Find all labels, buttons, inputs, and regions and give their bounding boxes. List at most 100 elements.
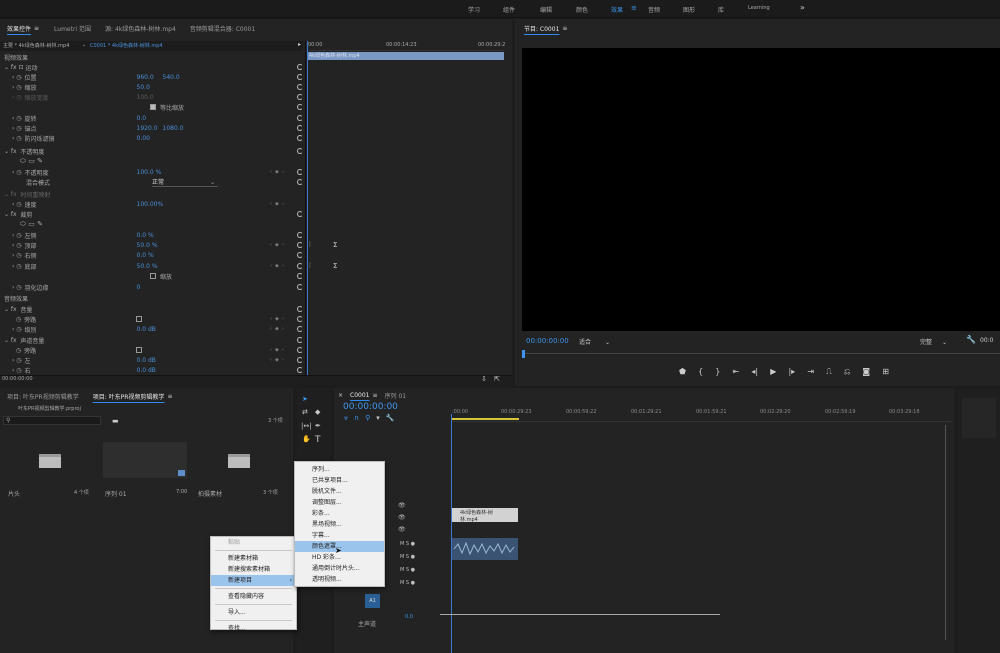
menu-item-paste[interactable]: 粘贴 (211, 537, 296, 548)
tab-project-1[interactable]: 项目: 叶东PR视频剪辑教学 (0, 392, 86, 401)
panel-menu-icon[interactable]: ≡ (562, 25, 567, 32)
program-video-frame[interactable] (522, 48, 1000, 331)
volume-header[interactable]: ⌄ fx 音量 (4, 304, 32, 314)
ec-clip-bar[interactable]: 4k绿色森林-树林.mp4 (307, 52, 504, 60)
reset-icon[interactable] (297, 211, 303, 217)
menu-item-countdown[interactable]: 通用倒计时片头... (295, 563, 384, 574)
reset-icon[interactable] (297, 84, 303, 90)
keyframe-nav[interactable]: ‹◆› (270, 357, 287, 363)
tab-lumetri[interactable]: Lumetri 范围 (47, 24, 98, 33)
reset-icon[interactable] (297, 94, 303, 100)
keyframe-nav[interactable]: ‹◆› (270, 201, 287, 207)
keyframe-nav[interactable]: ‹◆› (270, 326, 287, 332)
channel-volume-header[interactable]: ⌄ fx 声道音量 (4, 335, 44, 345)
reset-icon[interactable] (297, 273, 303, 279)
track-ms-buttons[interactable]: M S ● M S ● M S ● M S ● (400, 538, 415, 590)
menu-item-adjustment-layer[interactable]: 调整图层... (295, 497, 384, 508)
reset-icon[interactable] (297, 125, 303, 131)
tab-program[interactable]: 节目: C0001 (517, 24, 566, 33)
marker-icon[interactable]: ⬟ (679, 367, 686, 379)
work-area-bar[interactable] (451, 418, 519, 420)
marker-icon[interactable]: ▾ (376, 414, 386, 422)
lift-icon[interactable]: ⎍ (826, 367, 832, 379)
reset-icon[interactable] (297, 169, 303, 175)
timeline-timecode[interactable]: 00:00:00:00 (343, 402, 398, 412)
export-icon[interactable]: ⇱ (494, 375, 500, 383)
quality-select[interactable]: 完整 ⌄ (920, 337, 960, 346)
folder-icon[interactable]: ▬ (112, 417, 119, 425)
reset-icon[interactable] (297, 347, 303, 353)
pen-icon[interactable]: ✎ (37, 220, 43, 228)
more-workspaces-icon[interactable]: » (800, 3, 805, 12)
opacity-header[interactable]: ⌄ fx 不透明度 (4, 146, 44, 156)
tab-source[interactable]: 源: 4k绿色森林-树林.mp4 (98, 24, 183, 33)
bin-name[interactable]: 序列 01 (105, 489, 127, 498)
menu-item-new-search-bin[interactable]: 新建搜索素材箱 (211, 564, 296, 575)
workspace-libraries[interactable]: 库 (718, 5, 724, 14)
reset-icon[interactable] (297, 115, 303, 121)
checkbox-icon[interactable] (150, 104, 156, 110)
reset-icon[interactable] (297, 148, 303, 154)
reset-icon[interactable] (297, 179, 303, 185)
bin-name[interactable]: 拍摄素材 (198, 489, 222, 498)
motion-row[interactable]: ⌄ fx ⊡ 运动 (4, 62, 37, 72)
keyframe-sigma-icon[interactable]: Σ (333, 241, 337, 249)
menu-item-new-bin[interactable]: 新建素材箱 (211, 553, 296, 564)
reset-icon[interactable] (297, 337, 303, 343)
hand-tool-icon[interactable]: ✋ (302, 435, 311, 443)
bin-name[interactable]: 片头 (8, 489, 20, 498)
workspace-color[interactable]: 颜色 (576, 5, 588, 14)
reset-icon[interactable] (297, 252, 303, 258)
menu-item-find[interactable]: 查找... (211, 623, 296, 634)
track-select-icon[interactable]: ⇄ (302, 408, 308, 416)
menu-item-sequence[interactable]: 序列... (295, 464, 384, 475)
reset-icon[interactable] (297, 357, 303, 363)
timeline-playhead[interactable] (451, 414, 452, 653)
audio-track-target[interactable]: A1 (365, 594, 380, 608)
panel-menu-icon[interactable]: ≡ (167, 393, 172, 400)
reset-icon[interactable] (297, 135, 303, 141)
bin-folder-icon[interactable] (228, 454, 250, 468)
step-back-icon[interactable]: ◂| (751, 367, 758, 379)
reset-icon[interactable] (297, 104, 303, 110)
workspace-assembly[interactable]: 组件 (503, 5, 515, 14)
video-clip[interactable]: 4k绿色森林-树林.mp4 (452, 508, 518, 523)
keyframe-nav[interactable]: ‹◆› (270, 169, 287, 175)
uniform-scale-row[interactable]: 等比缩放 (150, 102, 184, 112)
reset-icon[interactable] (297, 232, 303, 238)
ec-footer-timecode[interactable]: 00:00:00:00 (2, 376, 33, 382)
time-remap-header[interactable]: ⌄ fx 时间重映射 (4, 189, 50, 199)
sequence-clip-label[interactable]: C0001 * 4k绿色森林-树林.mp4 (90, 42, 163, 49)
zoom-select[interactable]: 适合 ⌄ (579, 337, 617, 346)
play-icon[interactable]: ▶ (770, 367, 776, 379)
ec-playhead[interactable] (307, 41, 308, 386)
keyframe-nav[interactable]: ‹◆› (270, 347, 287, 353)
keyframe-nav[interactable]: ‹◆› (270, 316, 287, 322)
keyframe-sigma-icon[interactable]: Σ (333, 262, 337, 270)
menu-item-transparent-video[interactable]: 透明视频... (295, 574, 384, 585)
tab-sequence-01[interactable]: 序列 01 (378, 391, 414, 400)
reset-icon[interactable] (297, 74, 303, 80)
reset-icon[interactable] (297, 326, 303, 332)
checkbox-icon[interactable] (136, 316, 143, 322)
menu-item-bars-tone[interactable]: 彩条... (295, 508, 384, 519)
reset-icon[interactable] (297, 306, 303, 312)
extract-icon[interactable]: ⎌ (844, 367, 850, 379)
master-track-value[interactable]: 0.0 (405, 614, 413, 620)
checkbox-icon[interactable] (136, 347, 143, 353)
blend-mode-select[interactable]: 正常 (152, 177, 218, 187)
linked-icon[interactable]: ∩ (354, 414, 365, 422)
program-playhead[interactable] (522, 350, 525, 358)
menu-item-black-video[interactable]: 黑场视频... (295, 519, 384, 530)
reset-icon[interactable] (297, 284, 303, 290)
workspace-effects[interactable]: 效果 (611, 5, 623, 14)
tab-effect-controls[interactable]: 效果控件 (0, 24, 38, 33)
ellipse-mask-icon[interactable]: ⬭ (20, 220, 26, 229)
menu-item-captions[interactable]: 字幕... (295, 530, 384, 541)
tab-project-2[interactable]: 项目: 叶东PR视频剪辑教学 (86, 392, 172, 401)
go-to-in-icon[interactable]: ⇤ (733, 367, 740, 379)
reset-icon[interactable] (297, 367, 303, 373)
program-timecode[interactable]: 00:00:00:00 (526, 337, 569, 345)
workspace-audio[interactable]: 音频 (648, 5, 660, 14)
pen-tool-icon[interactable]: ✒ (315, 422, 321, 430)
